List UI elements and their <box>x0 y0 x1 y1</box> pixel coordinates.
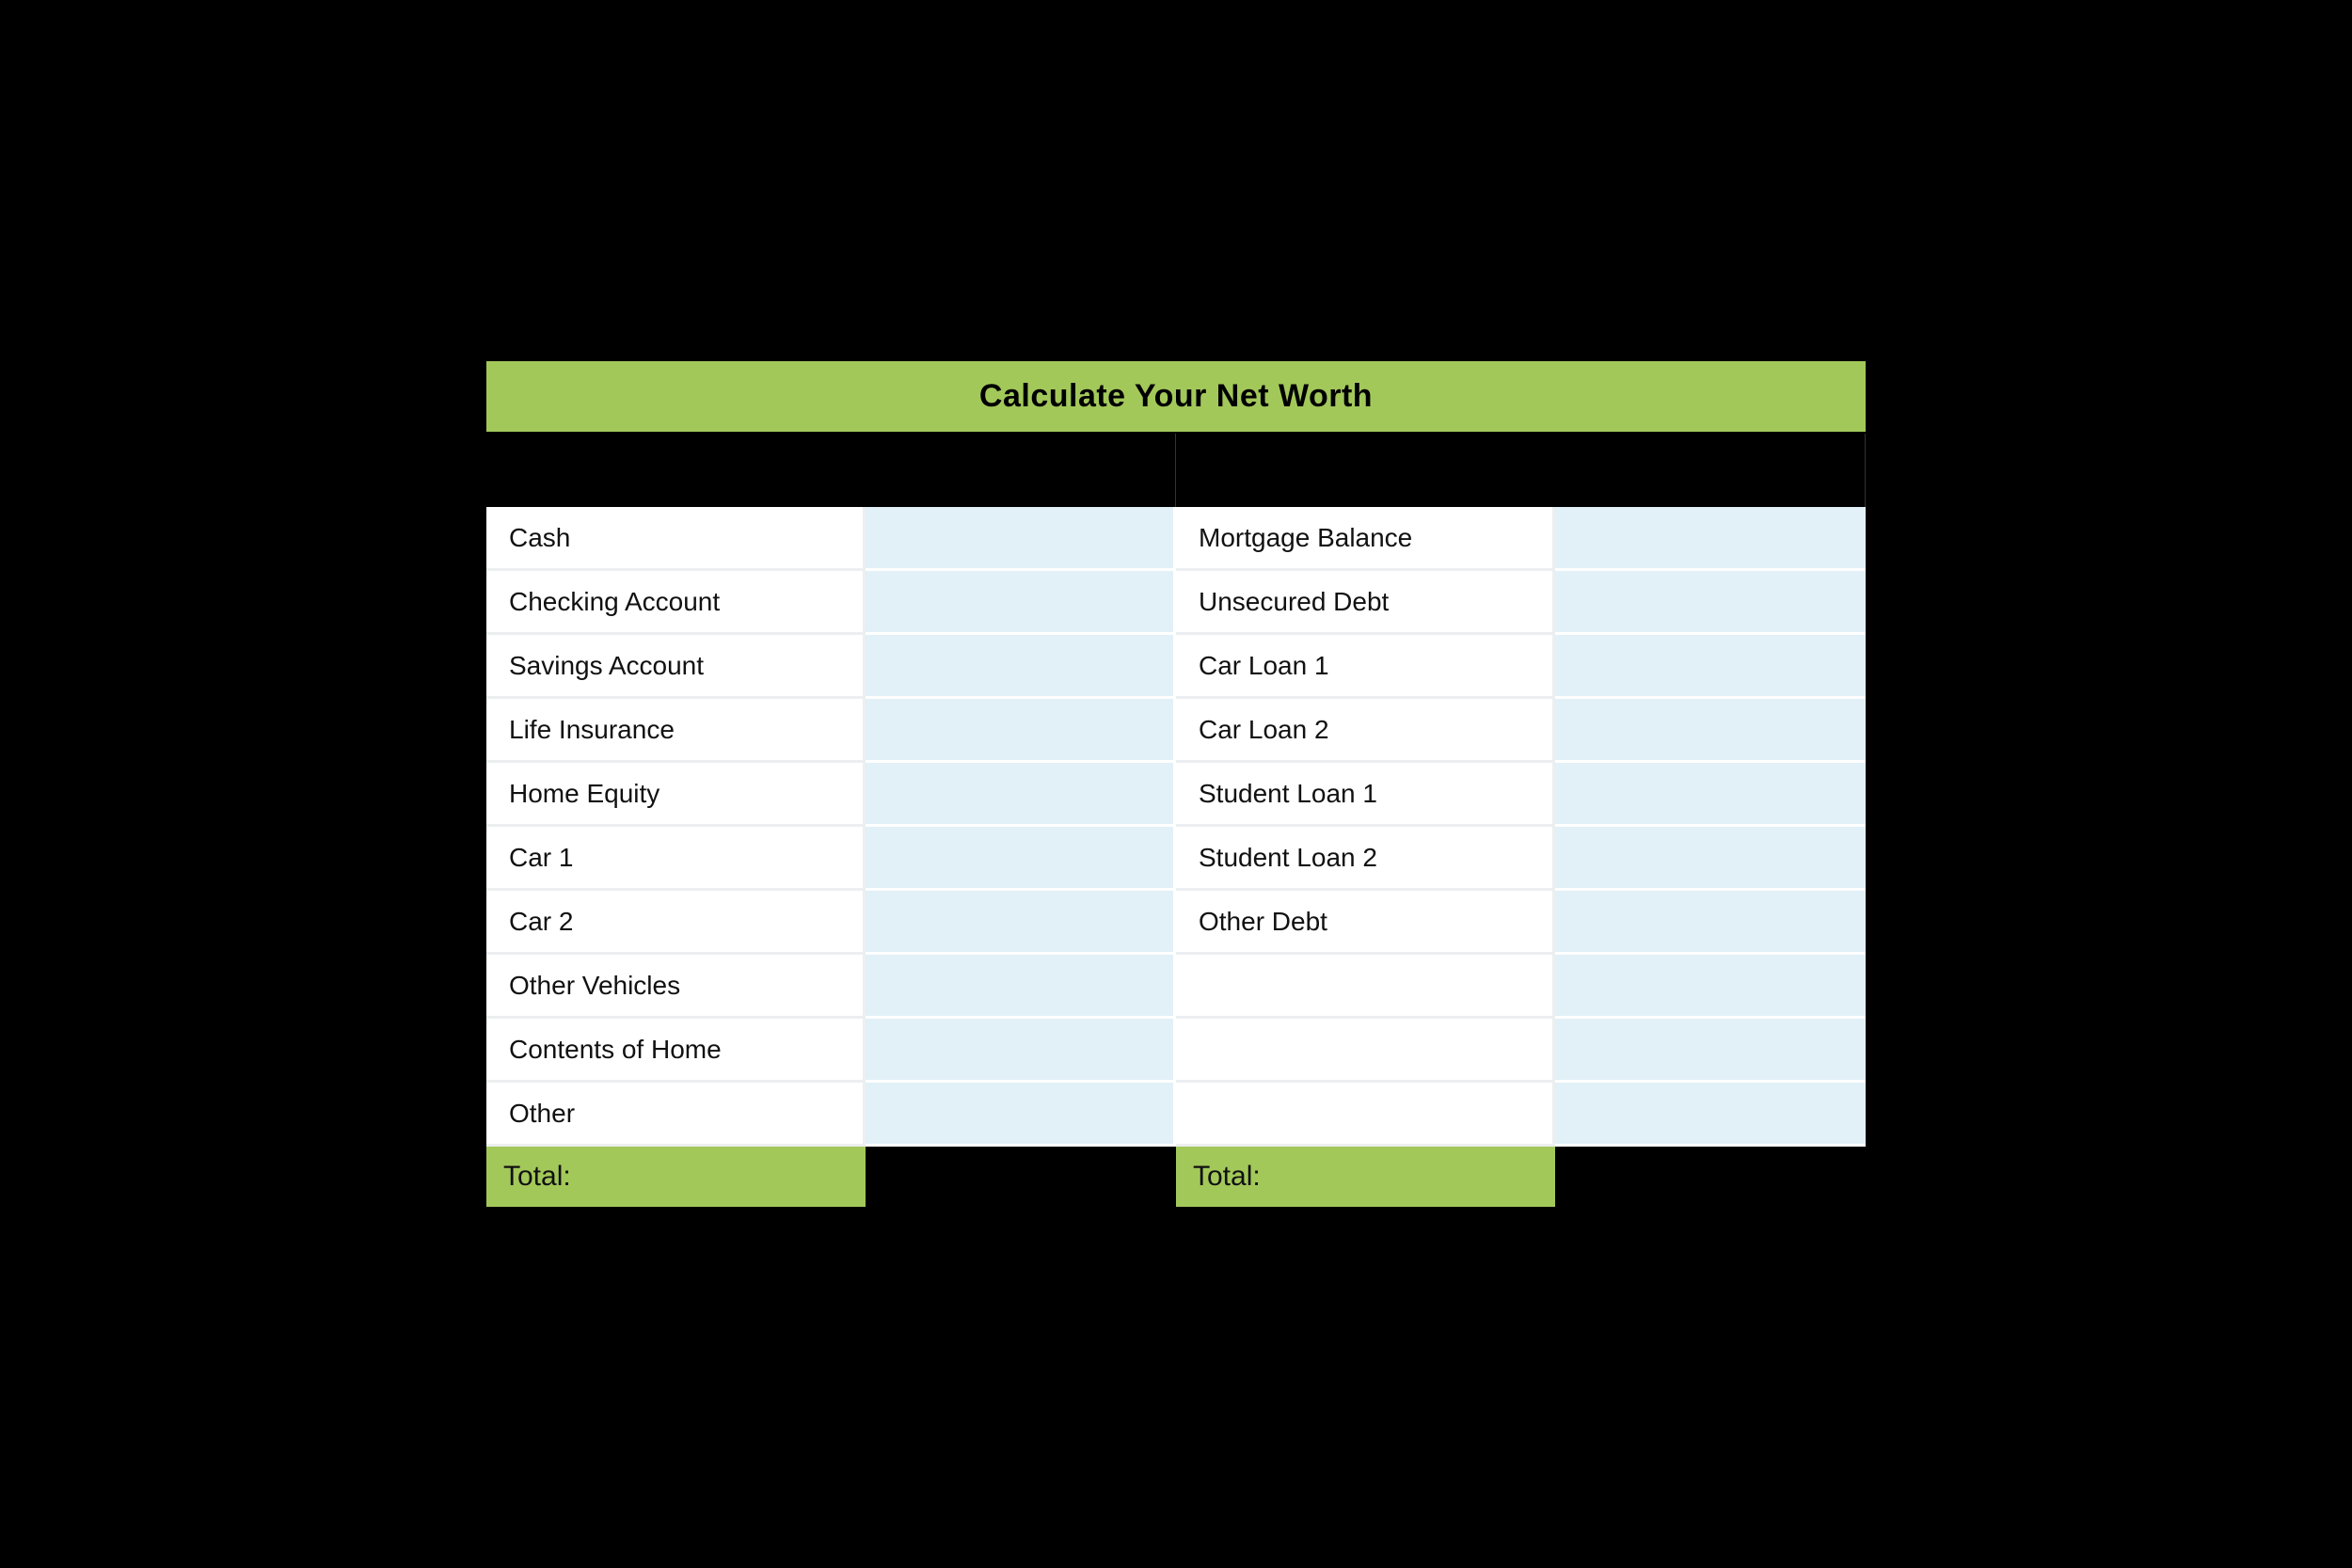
asset-label: Other Vehicles <box>486 955 866 1019</box>
asset-label: Checking Account <box>486 571 866 635</box>
asset-label: Home Equity <box>486 763 866 827</box>
assets-header <box>486 434 1176 507</box>
liabilities-total-value <box>1555 1147 1866 1207</box>
asset-value-input[interactable] <box>866 1019 1176 1083</box>
liability-label <box>1176 1083 1555 1147</box>
net-worth-worksheet: Calculate Your Net Worth Cash Checking A… <box>485 359 1867 1209</box>
liability-value-input[interactable] <box>1555 955 1866 1019</box>
liabilities-header <box>1176 434 1866 507</box>
liability-value-input[interactable] <box>1555 571 1866 635</box>
liability-label <box>1176 1019 1555 1083</box>
asset-value-input[interactable] <box>866 699 1176 763</box>
liability-value-input[interactable] <box>1555 699 1866 763</box>
worksheet-title: Calculate Your Net Worth <box>486 361 1866 434</box>
liability-value-input[interactable] <box>1555 763 1866 827</box>
column-headers <box>486 434 1866 507</box>
liability-value-input[interactable] <box>1555 635 1866 699</box>
asset-label: Cash <box>486 507 866 571</box>
liability-value-input[interactable] <box>1555 507 1866 571</box>
liability-label: Other Debt <box>1176 891 1555 955</box>
liability-label: Student Loan 1 <box>1176 763 1555 827</box>
liability-label: Mortgage Balance <box>1176 507 1555 571</box>
asset-value-input[interactable] <box>866 1083 1176 1147</box>
liability-label: Unsecured Debt <box>1176 571 1555 635</box>
liability-value-input[interactable] <box>1555 891 1866 955</box>
assets-total-value <box>866 1147 1176 1207</box>
assets-column: Cash Checking Account Savings Account Li… <box>486 507 1176 1147</box>
asset-value-input[interactable] <box>866 763 1176 827</box>
asset-label: Life Insurance <box>486 699 866 763</box>
asset-value-input[interactable] <box>866 635 1176 699</box>
asset-value-input[interactable] <box>866 891 1176 955</box>
liability-label: Car Loan 1 <box>1176 635 1555 699</box>
asset-value-input[interactable] <box>866 571 1176 635</box>
asset-value-input[interactable] <box>866 827 1176 891</box>
liability-value-input[interactable] <box>1555 1019 1866 1083</box>
liability-label <box>1176 955 1555 1019</box>
liabilities-column: Mortgage Balance Unsecured Debt Car Loan… <box>1176 507 1866 1147</box>
liability-value-input[interactable] <box>1555 827 1866 891</box>
totals-row: Total: Total: <box>486 1147 1866 1207</box>
asset-label: Other <box>486 1083 866 1147</box>
worksheet-body: Cash Checking Account Savings Account Li… <box>486 507 1866 1147</box>
asset-label: Car 1 <box>486 827 866 891</box>
asset-label: Contents of Home <box>486 1019 866 1083</box>
liability-value-input[interactable] <box>1555 1083 1866 1147</box>
asset-value-input[interactable] <box>866 955 1176 1019</box>
asset-value-input[interactable] <box>866 507 1176 571</box>
liability-label: Car Loan 2 <box>1176 699 1555 763</box>
asset-label: Car 2 <box>486 891 866 955</box>
liability-label: Student Loan 2 <box>1176 827 1555 891</box>
liabilities-total-label: Total: <box>1176 1147 1555 1207</box>
asset-label: Savings Account <box>486 635 866 699</box>
assets-total-label: Total: <box>486 1147 866 1207</box>
